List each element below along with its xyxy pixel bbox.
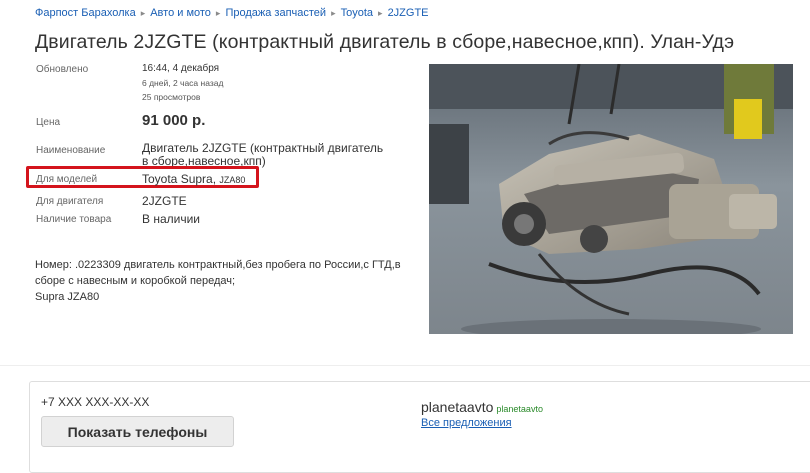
show-phones-button[interactable]: Показать телефоны bbox=[41, 416, 234, 447]
model-code: JZA80 bbox=[219, 175, 246, 185]
engine-photo[interactable] bbox=[429, 64, 793, 334]
engine-value: 2JZGTE bbox=[142, 194, 187, 208]
availability-value: В наличии bbox=[142, 212, 201, 226]
breadcrumb-link-toyota[interactable]: Toyota bbox=[341, 7, 373, 19]
price-value: 91 000 р. bbox=[142, 112, 206, 129]
breadcrumb-link-farpost[interactable]: Фарпост Барахолка bbox=[35, 7, 136, 19]
price-label: Цена bbox=[36, 117, 61, 128]
name-value: Двигатель 2JZGTE (контрактный двигатель … bbox=[142, 141, 384, 168]
seller-nick[interactable]: planetaavto bbox=[496, 404, 543, 414]
models-value: Toyota Supra, JZA80 bbox=[142, 172, 245, 186]
breadcrumb-link-2jzgte[interactable]: 2JZGTE bbox=[388, 7, 429, 19]
models-label: Для моделей bbox=[36, 174, 98, 185]
availability-label: Наличие товара bbox=[36, 214, 112, 225]
name-label: Наименование bbox=[36, 145, 106, 156]
breadcrumb-link-auto-moto[interactable]: Авто и мото bbox=[150, 7, 211, 19]
description: Номер: .0223309 двигатель контрактный,бе… bbox=[35, 257, 415, 305]
all-offers-link[interactable]: Все предложения bbox=[421, 417, 512, 429]
views-count: 25 просмотров bbox=[142, 92, 201, 102]
models-name: Toyota Supra, bbox=[142, 172, 217, 186]
chevron-right-icon: ▸ bbox=[140, 8, 146, 18]
page-title: Двигатель 2JZGTE (контрактный двигатель … bbox=[35, 31, 735, 53]
seller-name: planetaavto planetaavto bbox=[421, 399, 543, 415]
breadcrumb-link-parts-sale[interactable]: Продажа запчастей bbox=[225, 7, 326, 19]
updated-ago: 6 дней, 2 часа назад bbox=[142, 78, 224, 88]
chevron-right-icon: ▸ bbox=[331, 8, 336, 18]
phone-mask: +7 XXX XXX-XX-XX bbox=[41, 395, 150, 409]
updated-label: Обновлено bbox=[36, 64, 89, 75]
breadcrumb: Фарпост Барахолка ▸ Авто и мото ▸ Продажа за… bbox=[35, 7, 429, 19]
engine-label: Для двигателя bbox=[36, 196, 104, 207]
engine-illustration bbox=[429, 64, 793, 334]
description-model: Supra JZA80 bbox=[35, 291, 100, 303]
chevron-right-icon: ▸ bbox=[215, 8, 221, 18]
seller-name-text: planetaavto bbox=[421, 399, 494, 415]
description-text: Номер: .0223309 двигатель контрактный,бе… bbox=[35, 259, 401, 287]
divider bbox=[0, 365, 810, 366]
chevron-right-icon: ▸ bbox=[378, 8, 383, 18]
updated-value: 16:44, 4 декабря bbox=[142, 63, 220, 74]
